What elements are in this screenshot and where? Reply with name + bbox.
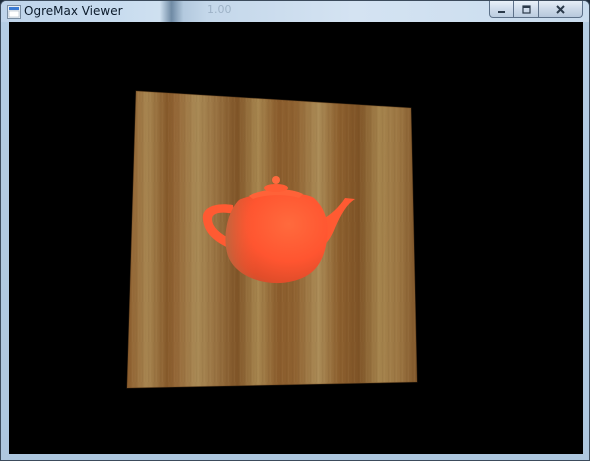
- caption-buttons: [489, 1, 583, 19]
- background-window-text: 1.00: [207, 3, 232, 16]
- minimize-button[interactable]: [489, 1, 514, 18]
- title-bar[interactable]: OgreMax Viewer 1.00: [1, 1, 589, 22]
- maximize-icon: [521, 4, 531, 14]
- close-button[interactable]: [539, 1, 583, 18]
- window-title: OgreMax Viewer: [24, 4, 123, 18]
- 3d-scene: [126, 90, 418, 389]
- ogremax-viewer-window: OgreMax Viewer 1.00: [0, 0, 590, 461]
- ogremax-app-icon: [7, 5, 21, 19]
- minimize-icon: [498, 10, 505, 13]
- close-icon: [556, 4, 565, 14]
- maximize-button[interactable]: [514, 1, 539, 18]
- render-viewport[interactable]: [9, 22, 583, 454]
